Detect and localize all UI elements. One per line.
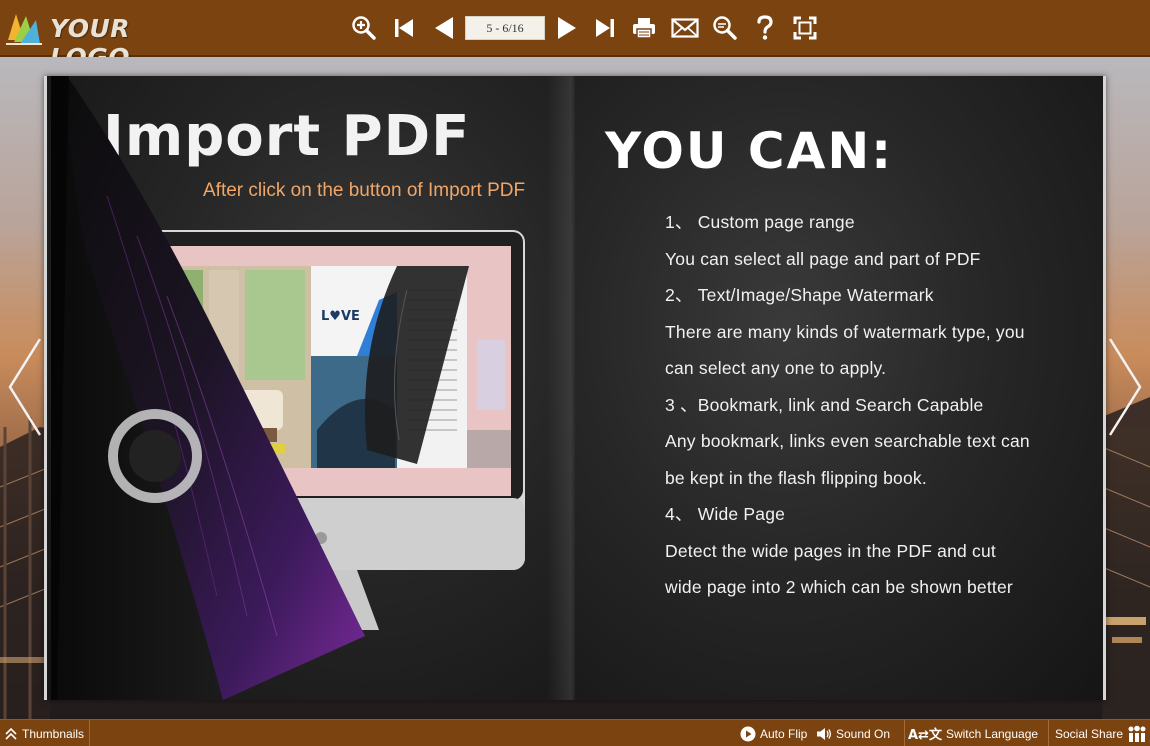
right-page[interactable]: YOU CAN: 1、 Custom page range You can se… — [575, 76, 1103, 700]
feature-line: can select any one to apply. — [665, 358, 887, 378]
play-icon — [740, 726, 756, 741]
next-page-arrow[interactable] — [1108, 337, 1144, 437]
auto-flip-label: Auto Flip — [760, 726, 808, 741]
people-icon — [1128, 725, 1146, 742]
feature-line: Detect the wide pages in the PDF and cut — [665, 540, 996, 561]
zoom-in-icon — [352, 16, 376, 40]
first-page-icon — [395, 19, 413, 37]
logo-mark-icon — [6, 14, 42, 45]
feature-line: There are many kinds of watermark type, … — [665, 321, 1025, 342]
first-page-button[interactable] — [386, 10, 422, 46]
page-curl[interactable] — [47, 76, 387, 700]
previous-page-icon — [435, 17, 453, 39]
social-share-label: Social Share — [1055, 726, 1124, 741]
bottom-toolbar: Thumbnails Auto Flip Sound On A⇄文 Switch… — [0, 719, 1150, 746]
feature-line: Any bookmark, links even searchable text… — [665, 431, 1030, 451]
feature-line: 3 、Bookmark, link and Search Capable — [665, 394, 984, 415]
email-button[interactable] — [667, 10, 703, 46]
right-page-title: YOU CAN: — [605, 122, 894, 180]
feature-line: wide page into 2 which can be shown bett… — [665, 577, 1013, 597]
email-icon — [671, 18, 699, 38]
speaker-icon — [817, 727, 832, 740]
last-page-button[interactable] — [587, 10, 623, 46]
print-button[interactable] — [626, 10, 662, 46]
thumbnails-label: Thumbnails — [22, 726, 85, 741]
feature-line: 2、 Text/Image/Shape Watermark — [665, 285, 934, 305]
feature-line: be kept in the flash flipping book. — [665, 467, 927, 488]
zoom-in-button[interactable] — [346, 10, 382, 46]
feature-list: 1、 Custom page range You can select all … — [665, 204, 1095, 606]
switch-language-label: Switch Language — [945, 726, 1039, 741]
fullscreen-button[interactable] — [787, 10, 823, 46]
page-number-input[interactable]: 5 - 6/16 — [465, 16, 545, 40]
search-button[interactable] — [707, 10, 743, 46]
chevron-left-icon — [8, 338, 42, 436]
last-page-icon — [596, 19, 614, 37]
flipbook[interactable]: Import PDF After click on the button of … — [44, 76, 1106, 700]
feature-line: 4、 Wide Page — [665, 504, 786, 524]
thumbnails-button[interactable]: Thumbnails — [4, 720, 91, 746]
next-page-button[interactable] — [549, 10, 585, 46]
feature-line: 1、 Custom page range — [665, 212, 855, 232]
previous-page-arrow[interactable] — [6, 337, 42, 437]
top-toolbar: YOUR LOGO 5 - 6/16 — [0, 0, 1150, 72]
search-icon — [713, 16, 737, 40]
chevron-up-icon — [5, 727, 17, 740]
reader-stage: Import PDF After click on the button of … — [0, 57, 1150, 719]
previous-page-button[interactable] — [426, 10, 462, 46]
switch-language-button[interactable]: A⇄文 Switch Language — [904, 720, 1038, 746]
auto-flip-button[interactable]: Auto Flip — [740, 720, 807, 746]
translate-icon: A⇄文 — [908, 728, 942, 743]
print-icon — [633, 18, 655, 39]
logo: YOUR LOGO — [4, 8, 204, 72]
chevron-right-icon — [1108, 338, 1142, 436]
fullscreen-icon — [793, 16, 817, 40]
help-icon — [757, 15, 773, 40]
next-page-icon — [558, 17, 576, 39]
sound-label: Sound On — [836, 726, 891, 741]
feature-line: You can select all page and part of PDF — [665, 248, 981, 269]
help-button[interactable] — [747, 10, 783, 46]
social-share-button[interactable]: Social Share — [1048, 720, 1147, 746]
sound-toggle-button[interactable]: Sound On — [816, 720, 890, 746]
